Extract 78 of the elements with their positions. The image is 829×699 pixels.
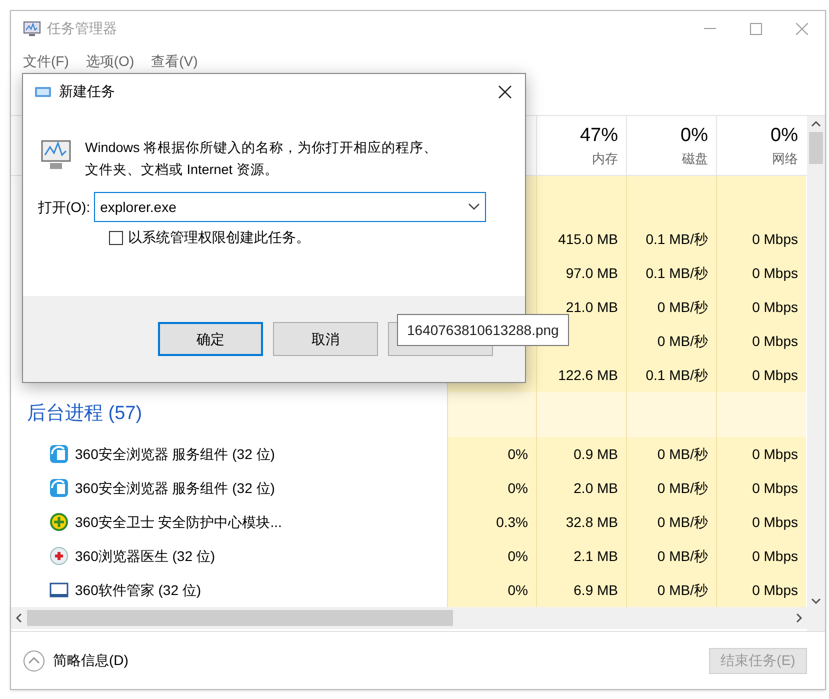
open-label: 打开(O): [38,198,90,217]
checkbox[interactable] [109,230,123,244]
process-name[interactable]: 360软件管家 (32 位) [75,580,202,600]
dropdown-icon[interactable] [468,203,480,211]
window-title: 任务管理器 [47,19,117,38]
table-cell: 0 MB/秒 [626,471,716,505]
scrollbar-thumb[interactable] [27,610,453,626]
table-cell: 0.3% [447,505,536,539]
table-cell: 0 Mbps [716,222,806,256]
usage-percent: 47% [580,124,618,148]
dialog-title: 新建任务 [59,82,115,101]
collapse-icon[interactable] [23,650,45,672]
column-label: 内存 [592,150,618,168]
table-cell: 0 MB/秒 [626,539,716,573]
table-cell: 0 Mbps [716,290,806,324]
table-cell: 0% [447,539,536,573]
dialog-button[interactable]: 取消 [273,322,378,356]
table-cell: 0% [447,573,536,607]
dialog-message: Windows 将根据你所键入的名称，为你打开相应的程序、文件夹、文档或 Internet 资源。 [85,139,439,179]
monitor-icon [23,20,41,36]
browser-service-icon [49,444,69,464]
table-cell: 0 MB/秒 [626,324,716,358]
table-cell: 0 Mbps [716,573,806,607]
table-cell: 0% [447,437,536,471]
column-header[interactable]: 0% 网络 [716,116,806,175]
close-icon[interactable] [498,84,512,98]
medical-cross-icon [49,546,69,566]
table-cell: 0 MB/秒 [626,505,716,539]
column-header[interactable]: 0% 磁盘 [626,116,716,175]
run-icon [34,84,52,98]
column-header[interactable]: 47% 内存 [536,116,626,175]
command-field[interactable]: explorer.exe [94,192,486,222]
usage-percent: 0% [770,124,798,148]
window-icon [49,580,69,600]
table-cell: 0 MB/秒 [626,573,716,607]
process-name[interactable]: 360安全浏览器 服务组件 (32 位) [75,444,275,464]
process-name[interactable]: 360浏览器医生 (32 位) [75,546,216,566]
table-cell: 0.9 MB [536,437,626,471]
group-heading: 后台进程 (57) [27,402,142,426]
menu-item[interactable]: 查看(V) [151,50,198,72]
vertical-scrollbar[interactable] [807,116,825,631]
table-cell: 97.0 MB [536,256,626,290]
tooltip: 1640763810613288.png [397,314,569,346]
shield-plus-icon [49,512,69,532]
fewer-details-link[interactable]: 简略信息(D) [53,650,128,671]
table-cell: 2.1 MB [536,539,626,573]
table-cell: 0 Mbps [716,539,806,573]
table-cell: 122.6 MB [536,358,626,392]
table-cell: 0.1 MB/秒 [626,222,716,256]
table-cell: 2.0 MB [536,471,626,505]
browser-service-icon [49,478,69,498]
column-label: 网络 [772,150,798,168]
dialog-button[interactable]: 确定 [158,322,263,356]
table-cell: 0 MB/秒 [626,437,716,471]
horizontal-scrollbar[interactable] [11,607,807,629]
checkbox-label[interactable]: 以系统管理权限创建此任务。 [128,227,310,248]
table-cell: 0 Mbps [716,358,806,392]
table-cell: 0 MB/秒 [626,290,716,324]
maximize-icon[interactable] [750,22,762,34]
menu-item[interactable]: 文件(F) [23,50,69,72]
table-cell: 0% [447,471,536,505]
table-cell: 0 Mbps [716,324,806,358]
table-cell: 415.0 MB [536,222,626,256]
table-cell: 0 Mbps [716,505,806,539]
table-cell: 32.8 MB [536,505,626,539]
table-cell: 0.1 MB/秒 [626,256,716,290]
table-cell: 0 Mbps [716,471,806,505]
table-cell: 0.1 MB/秒 [626,358,716,392]
usage-percent: 0% [680,124,708,148]
table-cell: 6.9 MB [536,573,626,607]
scrollbar-thumb[interactable] [809,132,823,164]
menu-item[interactable]: 选项(O) [86,50,134,72]
table-cell: 0 Mbps [716,437,806,471]
process-name[interactable]: 360安全浏览器 服务组件 (32 位) [75,478,275,498]
table-cell: 0 Mbps [716,256,806,290]
column-label: 磁盘 [682,150,708,168]
process-name[interactable]: 360安全卫士 安全防护中心模块... [75,512,282,532]
minimize-icon[interactable] [704,28,716,30]
